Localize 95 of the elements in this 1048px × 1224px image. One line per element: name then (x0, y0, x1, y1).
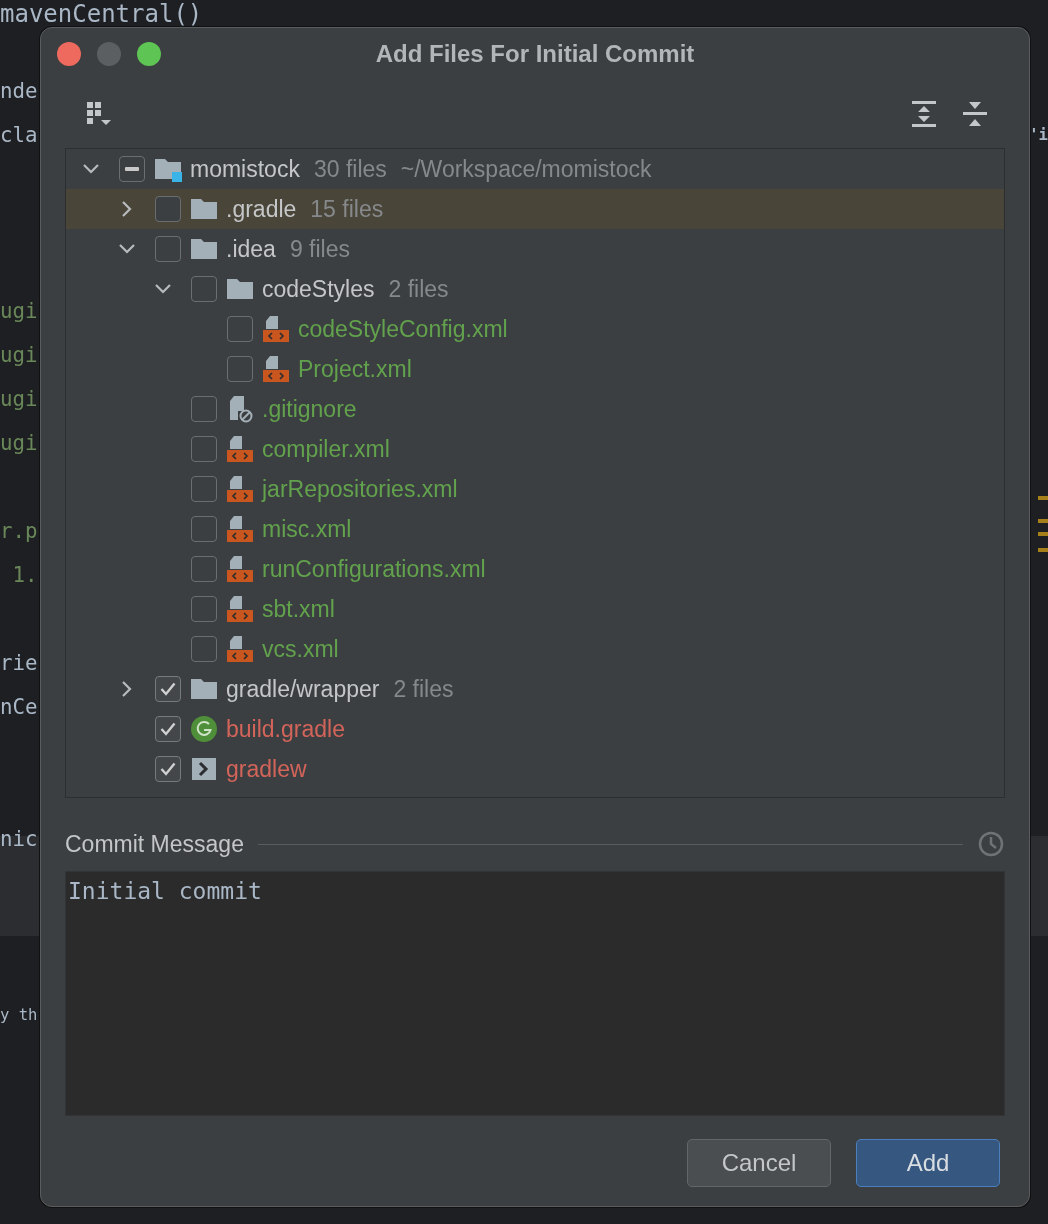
script-file-icon (190, 755, 218, 783)
checkbox[interactable] (191, 636, 217, 662)
code-text: mavenCentral() (0, 0, 203, 28)
xml-file-icon (226, 475, 254, 503)
tree-row[interactable]: vcs.xml (66, 629, 1004, 669)
checkbox[interactable] (227, 356, 253, 382)
file-name: sbt.xml (262, 595, 335, 623)
file-name: compiler.xml (262, 435, 390, 463)
code-text: cla (0, 123, 38, 147)
file-name: .gitignore (262, 395, 357, 423)
file-count: 2 files (388, 275, 449, 303)
checkbox[interactable] (155, 196, 181, 222)
checkbox[interactable] (155, 716, 181, 742)
file-count: 9 files (289, 235, 350, 263)
code-text: 1. (11, 563, 38, 587)
cancel-button[interactable]: Cancel (687, 1139, 831, 1187)
tree-row[interactable]: momistock 30 files ~/Workspace/momistock (66, 149, 1004, 189)
expand-all-icon[interactable] (911, 100, 937, 128)
checkbox[interactable] (191, 396, 217, 422)
file-count: 15 files (310, 195, 384, 223)
code-text: ugi (0, 343, 38, 367)
file-name: momistock (190, 155, 300, 183)
tree-row[interactable]: codeStyleConfig.xml (66, 309, 1004, 349)
commit-message-label: Commit Message (65, 830, 244, 858)
file-name: misc.xml (262, 515, 352, 543)
code-text: ugi (0, 299, 38, 323)
checkbox[interactable] (191, 556, 217, 582)
checkbox[interactable] (191, 276, 217, 302)
xml-file-icon (226, 555, 254, 583)
code-text: nic (0, 827, 38, 851)
tree-row[interactable]: gradle/wrapper 2 files (66, 669, 1004, 709)
file-name: codeStyleConfig.xml (298, 315, 508, 343)
file-name: runConfigurations.xml (262, 555, 486, 583)
file-name: Project.xml (298, 355, 412, 383)
tree-row[interactable]: .gradle 15 files (66, 189, 1004, 229)
file-count: 30 files (313, 155, 387, 183)
file-name: codeStyles (262, 275, 375, 303)
checkbox[interactable] (191, 436, 217, 462)
code-text: ugi (0, 431, 38, 455)
tree-row[interactable]: codeStyles 2 files (66, 269, 1004, 309)
file-name: jarRepositories.xml (262, 475, 458, 503)
file-name: .idea (226, 235, 276, 263)
file-count: 2 files (393, 675, 454, 703)
gradle-file-icon (190, 715, 218, 743)
code-text: r.p (0, 519, 38, 543)
xml-file-icon (226, 515, 254, 543)
xml-file-icon (226, 435, 254, 463)
checkbox[interactable] (155, 756, 181, 782)
tree-row[interactable]: jarRepositories.xml (66, 469, 1004, 509)
checkmark-icon (160, 762, 176, 776)
close-button[interactable] (57, 42, 81, 66)
checkbox[interactable] (191, 476, 217, 502)
tree-row[interactable]: compiler.xml (66, 429, 1004, 469)
xml-file-icon (226, 635, 254, 663)
collapse-all-icon[interactable] (962, 100, 988, 128)
tree-row[interactable]: misc.xml (66, 509, 1004, 549)
code-text: y th (0, 1006, 38, 1024)
checkbox[interactable] (155, 676, 181, 702)
tree-row[interactable]: runConfigurations.xml (66, 549, 1004, 589)
code-text: ugi (0, 387, 38, 411)
checkbox[interactable] (191, 516, 217, 542)
file-name: .gradle (226, 195, 297, 223)
checkbox[interactable] (191, 596, 217, 622)
history-icon[interactable] (977, 830, 1005, 858)
commit-message-field[interactable]: Initial commit (65, 871, 1005, 1116)
file-name: gradlew (226, 755, 307, 783)
tree-row[interactable]: gradlew (66, 749, 1004, 789)
code-text: rie (0, 651, 38, 675)
checkbox[interactable] (227, 316, 253, 342)
group-by-icon[interactable] (85, 100, 113, 128)
add-button[interactable]: Add (856, 1139, 1000, 1187)
xml-file-icon (262, 315, 290, 343)
tree-row[interactable]: .gitignore (66, 389, 1004, 429)
xml-file-icon (226, 595, 254, 623)
error-stripe-mark (1038, 548, 1048, 552)
code-text: nde (0, 79, 38, 103)
xml-file-icon (262, 355, 290, 383)
checkbox[interactable] (155, 236, 181, 262)
file-name: gradle/wrapper (226, 675, 380, 703)
checkbox[interactable] (119, 156, 145, 182)
code-text: nCe (0, 695, 38, 719)
tree-row[interactable]: build.gradle (66, 709, 1004, 749)
code-text: 'i (1029, 126, 1048, 144)
tree-row[interactable]: Project.xml (66, 349, 1004, 389)
file-name: vcs.xml (262, 635, 339, 663)
dash-icon (125, 167, 139, 171)
checkmark-icon (160, 682, 176, 696)
tree-row[interactable]: sbt.xml (66, 589, 1004, 629)
file-name: build.gradle (226, 715, 345, 743)
tree-row[interactable]: .idea 9 files (66, 229, 1004, 269)
window-title: Add Files For Initial Commit (375, 40, 695, 68)
error-stripe-mark (1038, 496, 1048, 500)
zoom-button[interactable] (137, 42, 161, 66)
folder-path: ~/Workspace/momistock (400, 155, 652, 183)
checkmark-icon (160, 722, 176, 736)
